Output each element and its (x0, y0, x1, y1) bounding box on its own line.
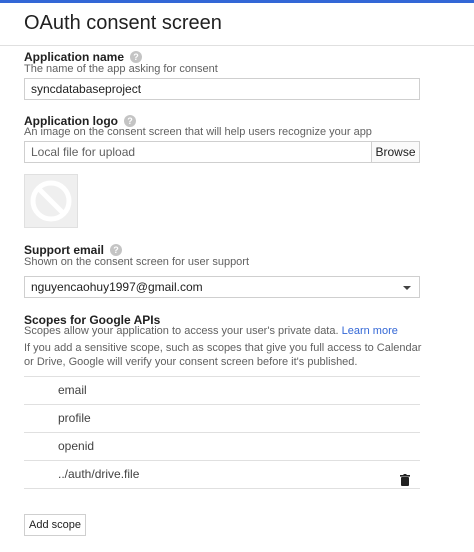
help-icon[interactable]: ? (130, 51, 143, 63)
title-divider (0, 45, 474, 46)
scope-name: openid (58, 439, 95, 453)
app-name-input[interactable]: syncdatabaseproject (24, 78, 420, 100)
logo-preview (24, 174, 78, 228)
list-item: openid (24, 433, 420, 461)
add-scope-button[interactable]: Add scope (24, 514, 86, 536)
scope-name: ../auth/drive.file (58, 467, 140, 481)
scope-name: email (58, 383, 87, 397)
browse-button[interactable]: Browse (371, 141, 420, 163)
support-email-select[interactable]: nguyencaohuy1997@gmail.com (24, 276, 420, 298)
top-accent-bar (0, 0, 474, 3)
chevron-down-icon (403, 286, 411, 290)
list-item: profile (24, 405, 420, 433)
list-item: ../auth/drive.file (24, 461, 420, 489)
delete-scope-button[interactable] (400, 469, 410, 496)
scopes-note: If you add a sensitive scope, such as sc… (24, 342, 422, 368)
logo-file-input[interactable]: Local file for upload (24, 141, 372, 163)
scope-list: email profile openid ../auth/drive.file (24, 376, 420, 489)
learn-more-link[interactable]: Learn more (342, 325, 398, 337)
help-icon[interactable]: ? (110, 244, 123, 256)
page-title: OAuth consent screen (24, 12, 222, 34)
support-email-label: Support email ? (24, 243, 123, 257)
support-email-description: Shown on the consent screen for user sup… (24, 256, 250, 268)
list-item: email (24, 377, 420, 405)
no-image-icon (30, 180, 72, 222)
scopes-description-text: Scopes allow your application to access … (24, 325, 339, 337)
scope-name: profile (58, 411, 91, 425)
support-email-label-text: Support email (24, 243, 105, 257)
app-logo-description: An image on the consent screen that will… (24, 126, 372, 138)
app-name-label: Application name ? (24, 50, 143, 64)
trash-icon (400, 474, 410, 486)
support-email-value: nguyencaohuy1997@gmail.com (31, 280, 203, 294)
app-name-label-text: Application name (24, 50, 125, 64)
app-name-description: The name of the app asking for consent (24, 63, 218, 75)
scopes-description: Scopes allow your application to access … (24, 324, 398, 338)
